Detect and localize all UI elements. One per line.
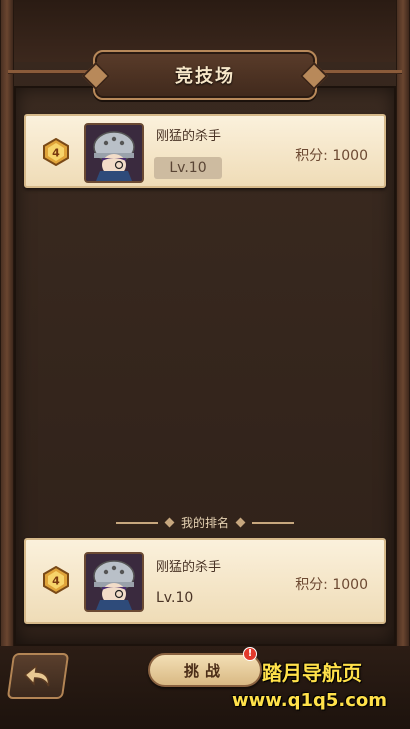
player-level: Lv.10 [156,590,194,606]
player-avatar[interactable] [84,552,144,612]
divider-left [115,521,158,524]
player-name: 刚猛的杀手 [156,129,222,144]
my-rank-header: 我的排名 [0,514,410,531]
rank-badge-icon: 4 [43,566,69,594]
challenge-label: 挑战 [183,661,226,680]
player-score: 积分: 1000 [295,574,368,594]
score-label: 积分: [295,148,328,164]
return-arrow-icon [24,664,50,687]
arena-screen: 竞技场 4 刚猛的杀手 Lv.10 积分: 1000 我的排名 4 刚猛的杀手 … [0,0,410,729]
watermark-url: www.q1q5.com [232,690,388,711]
player-score: 积分: 1000 [295,145,368,165]
knight-portrait-icon [86,125,142,181]
notification-badge: ! [243,647,257,661]
back-button[interactable] [6,653,70,699]
player-name: 刚猛的杀手 [156,560,222,575]
page-title: 竞技场 [175,66,235,87]
right-pillar [396,0,410,729]
my-ranking-row[interactable]: 4 刚猛的杀手 Lv.10 积分: 1000 [24,538,386,624]
score-value: 1000 [332,148,368,164]
score-value: 1000 [332,577,368,593]
left-pillar [0,0,14,729]
svg-text:4: 4 [52,147,60,160]
ornament-right [235,517,246,528]
player-level-badge: Lv.10 [154,157,222,179]
watermark-title: 踏月导航页 [262,661,362,685]
title-banner: 竞技场 [93,50,317,100]
player-avatar[interactable] [84,123,144,183]
rank-badge-icon: 4 [43,138,69,166]
score-label: 积分: [295,577,328,593]
knight-portrait-icon [86,554,142,610]
ranking-row[interactable]: 4 刚猛的杀手 Lv.10 积分: 1000 [24,114,386,188]
my-rank-title: 我的排名 [180,516,229,530]
ornament-left [164,517,175,528]
divider-right [252,521,294,524]
svg-text:4: 4 [52,575,60,588]
